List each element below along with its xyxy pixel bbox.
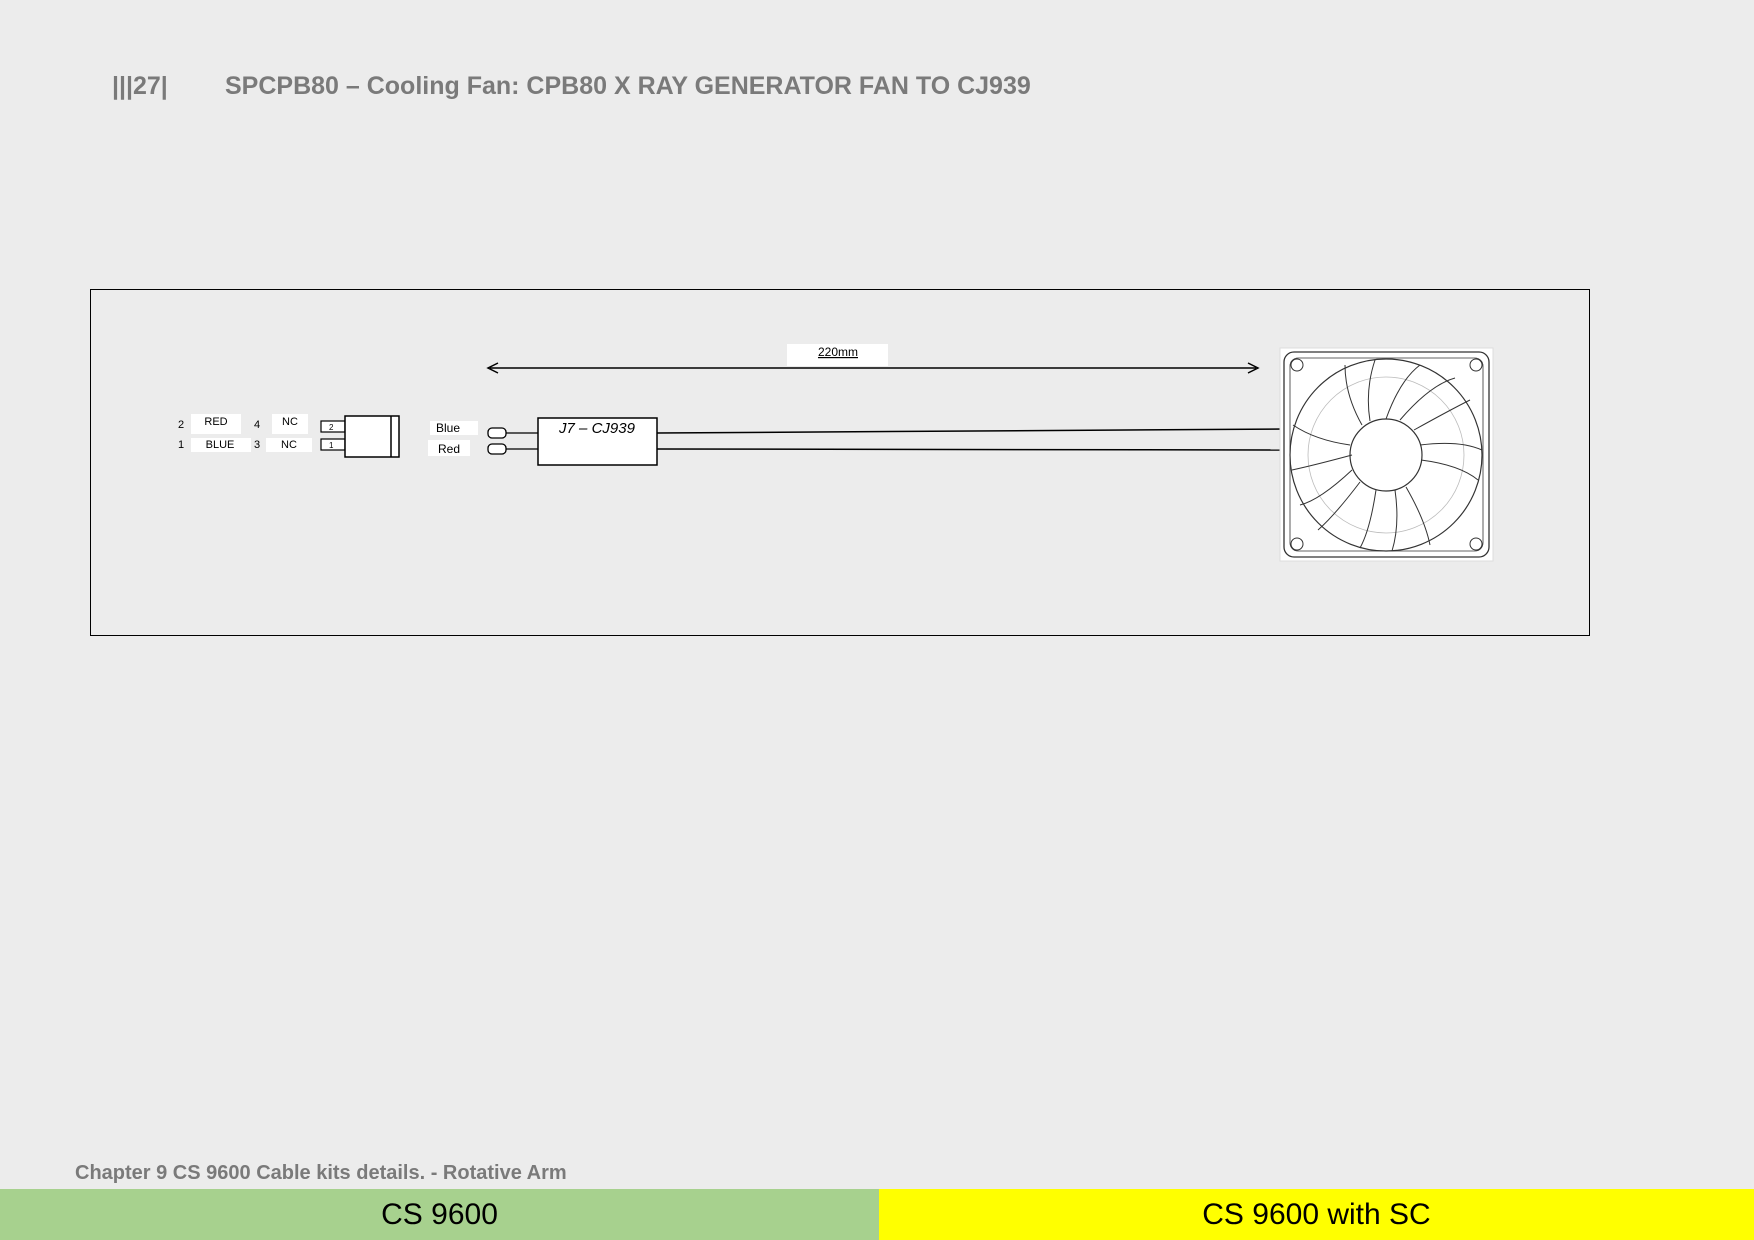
connector-pin-label: 2 — [329, 423, 334, 432]
pin-number: 4 — [254, 419, 260, 431]
pin-number: 2 — [178, 419, 184, 431]
wire-label-blue: Blue — [436, 421, 460, 435]
product-label-text: CS 9600 with SC — [1202, 1197, 1431, 1231]
housing-connector: 2 1 — [320, 415, 400, 458]
pin-wire: BLUE — [206, 439, 235, 451]
cable-wire — [656, 448, 1287, 451]
length-label: 220mm — [818, 345, 858, 359]
pin-table: 2 RED 4 NC 1 BLUE 3 NC — [178, 414, 312, 452]
product-label-cs9600-sc: CS 9600 with SC — [879, 1189, 1754, 1240]
pin-number: 1 — [178, 439, 184, 451]
wire-label-red: Red — [438, 442, 460, 456]
cable-diagram: 220mm 2 RED 4 NC 1 BLUE 3 NC 2 1 Blue Re… — [178, 344, 1494, 562]
pin-number: 3 — [254, 439, 260, 451]
pin-wire: NC — [281, 439, 297, 451]
j7-connector-label: J7 – CJ939 — [558, 420, 636, 437]
pin-wire: NC — [282, 416, 298, 428]
product-label-text: CS 9600 — [381, 1197, 498, 1231]
cable-wire — [656, 428, 1287, 434]
pin-wire: RED — [204, 416, 227, 428]
connector-pin-label: 1 — [329, 441, 334, 450]
chapter-footer: Chapter 9 CS 9600 Cable kits details. - … — [75, 1162, 567, 1184]
cooling-fan-icon — [1279, 347, 1494, 562]
crimp-terminals — [487, 427, 538, 455]
wire-labels: Blue Red — [428, 421, 478, 456]
product-label-cs9600: CS 9600 — [0, 1189, 879, 1240]
